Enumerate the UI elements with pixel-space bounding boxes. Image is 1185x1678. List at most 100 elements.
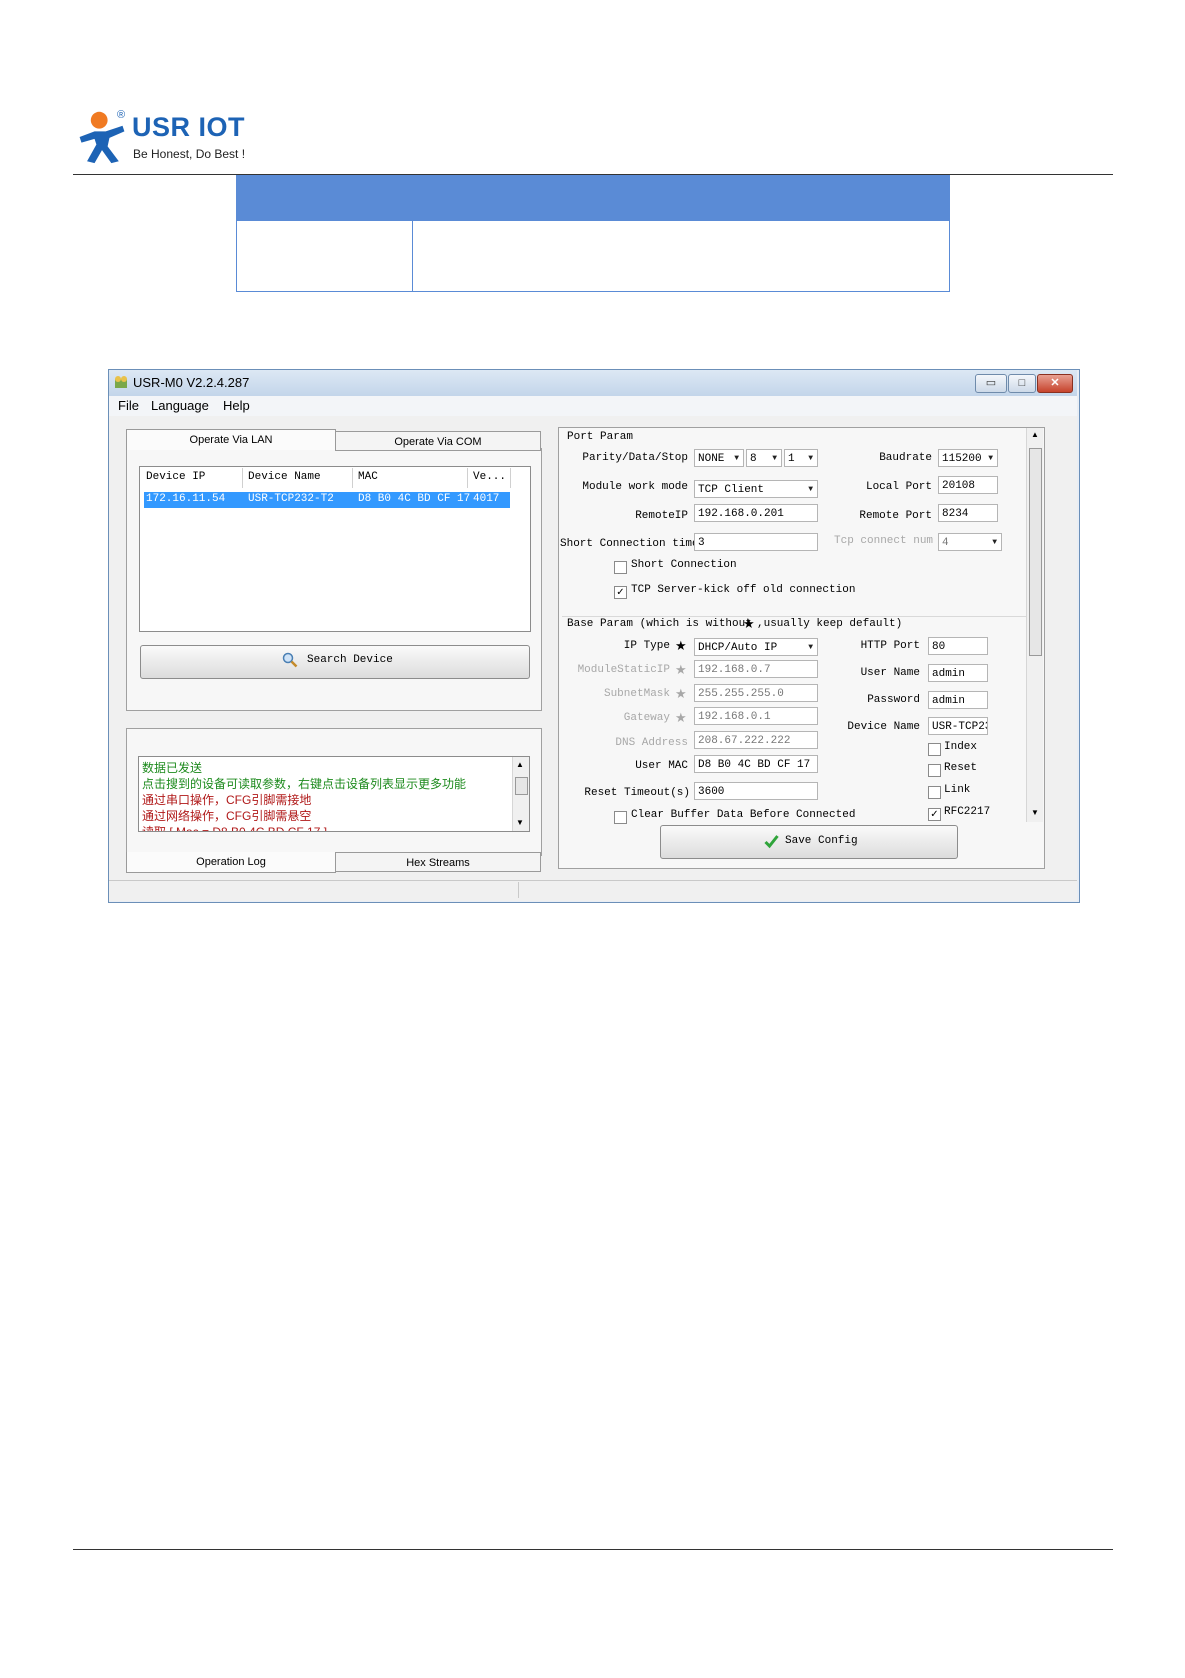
scroll-down-arrow-icon[interactable]: ▼ <box>1031 808 1039 817</box>
reset-timeout-label: Reset Timeout(s) <box>584 787 690 799</box>
search-icon <box>282 652 298 668</box>
search-device-label: Search Device <box>307 654 393 666</box>
short-conn-time-field[interactable]: 3 <box>694 533 818 551</box>
base-param-title: Base Param (which is without <box>567 618 752 630</box>
menu-file[interactable]: File <box>118 398 139 413</box>
clear-buffer-checkbox[interactable] <box>614 811 627 824</box>
maximize-button[interactable]: □ <box>1008 374 1036 393</box>
data-bits-select[interactable]: 8 <box>746 449 782 467</box>
star-icon: ★ <box>675 686 687 701</box>
reset-label: Reset <box>944 762 978 774</box>
column-separator <box>467 468 468 488</box>
kick-off-checkbox[interactable]: ✓ <box>614 586 627 599</box>
table-column-divider <box>412 221 413 291</box>
rfc2217-label: RFC2217 <box>944 806 991 818</box>
parity-select[interactable]: NONE <box>694 449 744 467</box>
param-scrollbar[interactable]: ▲ ▼ <box>1026 428 1043 822</box>
work-mode-select[interactable]: TCP Client <box>694 480 818 498</box>
status-divider <box>518 882 519 898</box>
kick-off-label: TCP Server-kick off old connection <box>631 584 856 596</box>
scroll-up-arrow-icon[interactable]: ▲ <box>516 760 524 769</box>
baudrate-label: Baudrate <box>879 452 932 464</box>
gateway-field[interactable]: 192.168.0.1 <box>694 707 818 725</box>
short-connection-checkbox[interactable] <box>614 561 627 574</box>
remote-port-label: Remote Port <box>859 510 932 522</box>
subnet-label: SubnetMask <box>603 688 670 700</box>
user-mac-field[interactable]: D8 B0 4C BD CF 17 <box>694 755 818 773</box>
baudrate-select[interactable]: 115200 <box>938 449 998 467</box>
remote-ip-label: RemoteIP <box>635 510 688 522</box>
clear-buffer-label: Clear Buffer Data Before Connected <box>631 809 856 821</box>
remote-ip-field[interactable]: 192.168.0.201 <box>694 504 818 522</box>
menu-help[interactable]: Help <box>223 398 250 413</box>
star-icon: ★ <box>675 710 687 725</box>
column-separator <box>352 468 353 488</box>
gateway-label: Gateway <box>623 712 670 724</box>
log-line: 通过网络操作，CFG引脚需悬空 <box>142 809 312 823</box>
rfc2217-checkbox[interactable]: ✓ <box>928 808 941 821</box>
port-param-title: Port Param <box>567 431 634 443</box>
user-name-field[interactable]: admin <box>928 664 988 682</box>
device-ip-cell: 172.16.11.54 <box>146 493 226 505</box>
column-header-mac[interactable]: MAC <box>358 471 378 483</box>
tab-hex-streams[interactable]: Hex Streams <box>335 852 541 872</box>
tab-operate-via-com[interactable]: Operate Via COM <box>335 431 541 451</box>
static-ip-field[interactable]: 192.168.0.7 <box>694 660 818 678</box>
column-header-device-ip[interactable]: Device IP <box>146 471 205 483</box>
log-line: 通过串口操作，CFG引脚需接地 <box>142 793 312 807</box>
local-port-field[interactable]: 20108 <box>938 476 998 494</box>
column-separator <box>510 468 511 488</box>
title-bar[interactable] <box>109 370 1077 396</box>
dns-field[interactable]: 208.67.222.222 <box>694 731 818 749</box>
index-checkbox[interactable] <box>928 743 941 756</box>
stop-bits-select[interactable]: 1 <box>784 449 818 467</box>
short-conn-time-label: Short Connection time <box>560 538 699 550</box>
password-label: Password <box>867 694 920 706</box>
table-header-row <box>236 175 950 221</box>
tab-operate-via-lan[interactable]: Operate Via LAN <box>126 429 336 450</box>
scroll-down-arrow-icon[interactable]: ▼ <box>516 818 524 827</box>
link-label: Link <box>944 784 971 796</box>
log-line: 读取 [ Mac = D8 B0 4C BD CF 17 ] <box>142 825 328 832</box>
operation-log[interactable]: 数据已发送 点击搜到的设备可读取参数，右键点击设备列表显示更多功能 通过串口操作… <box>138 756 530 832</box>
short-connection-label: Short Connection <box>631 559 737 571</box>
ip-type-select[interactable]: DHCP/Auto IP <box>694 638 818 656</box>
column-header-device-name[interactable]: Device Name <box>248 471 321 483</box>
log-scroll-thumb[interactable] <box>515 777 528 795</box>
menu-language[interactable]: Language <box>151 398 209 413</box>
device-name-label: Device Name <box>847 721 920 733</box>
footer-divider <box>73 1549 1113 1550</box>
index-label: Index <box>944 741 978 753</box>
reset-checkbox[interactable] <box>928 764 941 777</box>
device-name-field[interactable]: USR-TCP23 <box>928 717 988 735</box>
logo-tagline: Be Honest, Do Best ! <box>133 147 246 161</box>
link-checkbox[interactable] <box>928 786 941 799</box>
logo-registered-mark: ® <box>117 109 126 121</box>
password-field[interactable]: admin <box>928 691 988 709</box>
column-header-version[interactable]: Ve... <box>473 471 506 483</box>
reset-timeout-field[interactable]: 3600 <box>694 782 818 800</box>
work-mode-label: Module work mode <box>582 481 688 493</box>
local-port-label: Local Port <box>865 481 932 493</box>
log-scrollbar[interactable]: ▲ ▼ <box>512 757 529 831</box>
subnet-field[interactable]: 255.255.255.0 <box>694 684 818 702</box>
checkmark-icon <box>764 835 779 849</box>
tcp-connect-num-label: Tcp connect num <box>834 535 934 547</box>
minimize-button[interactable]: ▭ <box>975 374 1007 393</box>
user-name-label: User Name <box>860 667 920 679</box>
tcp-connect-num-select[interactable]: 4 <box>938 533 1002 551</box>
scroll-up-arrow-icon[interactable]: ▲ <box>1031 430 1039 439</box>
close-button[interactable]: ✕ <box>1037 374 1073 393</box>
remote-port-field[interactable]: 8234 <box>938 504 998 522</box>
http-port-field[interactable]: 80 <box>928 637 988 655</box>
device-name-cell: USR-TCP232-T2 <box>248 493 334 505</box>
static-ip-label: ModuleStaticIP <box>577 664 670 676</box>
status-bar <box>109 880 1077 901</box>
http-port-label: HTTP Port <box>860 640 920 652</box>
ip-type-label: IP Type <box>623 640 670 652</box>
group-divider <box>562 616 1026 617</box>
tab-operation-log[interactable]: Operation Log <box>126 852 336 873</box>
mac-cell: D8 B0 4C BD CF 17 <box>358 493 471 505</box>
device-list[interactable] <box>139 466 531 632</box>
param-scroll-thumb[interactable] <box>1029 448 1042 656</box>
